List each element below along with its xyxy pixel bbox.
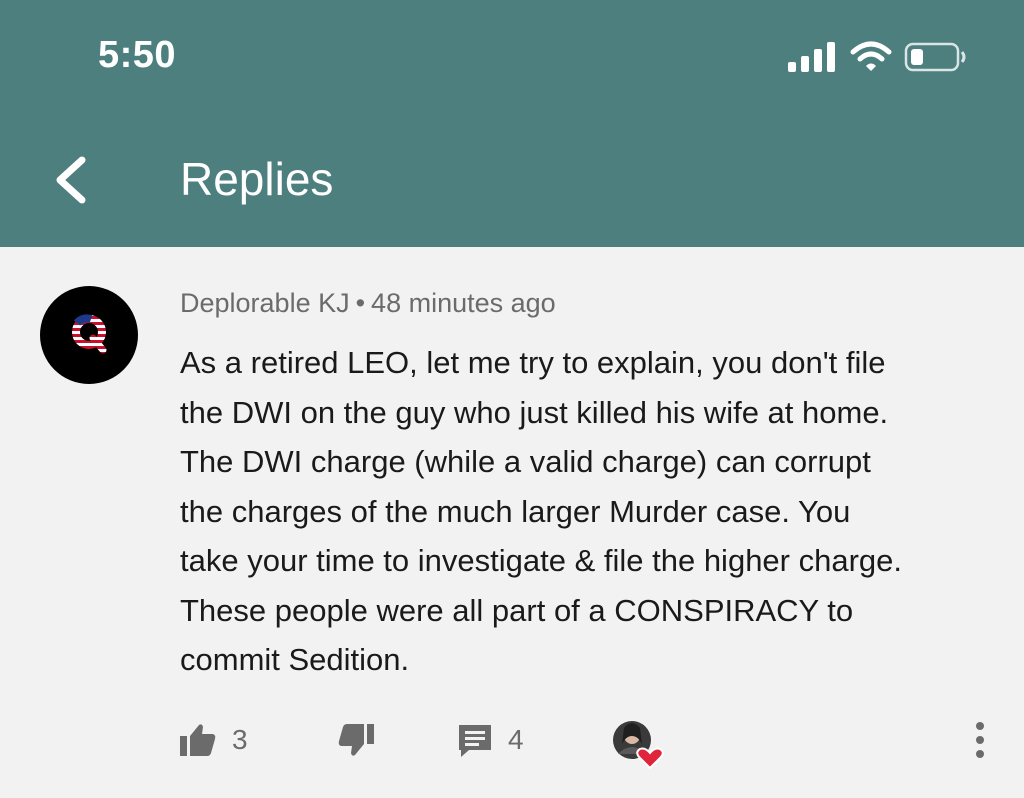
page-title: Replies [180,153,334,205]
comment-author[interactable]: Deplorable KJ [180,288,350,318]
back-button[interactable] [50,152,94,208]
status-time: 5:50 [98,34,177,76]
reply-button[interactable]: 4 [456,712,524,768]
creator-heart-badge [612,716,668,772]
reply-count: 4 [508,724,524,755]
creator-heart-icon [613,721,664,770]
comment-line: the DWI on the guy who just killed his w… [180,394,889,430]
q-flag-icon [72,314,107,354]
avatar[interactable] [40,286,138,384]
comment-actions: 3 4 [0,712,1024,772]
wifi-icon [850,41,892,71]
comment-line: As a retired LEO, let me try to explain,… [180,345,886,380]
comment-line: The DWI charge (while a valid charge) ca… [180,444,871,479]
like-button[interactable]: 3 [178,712,248,768]
more-options-button[interactable] [968,720,992,760]
comment-line: the charges of the much larger Murder ca… [180,493,851,529]
reply-comment-icon [459,725,491,757]
like-count: 3 [232,724,248,755]
meta-separator: • [355,288,366,318]
battery-icon [904,42,966,72]
comment-line: commit Sedition. [180,642,410,677]
signal-icon [788,42,835,72]
thumbs-down-icon [338,724,374,756]
comment-line: take your time to investigate & file the… [180,543,903,578]
comment-meta: Deplorable KJ • 48 minutes ago [180,288,556,319]
thumbs-up-icon [180,724,216,756]
dislike-button[interactable] [336,712,376,768]
comment-line: These people were all part of a CONSPIRA… [180,592,854,628]
app-header: 5:50 Replies [0,0,1024,247]
status-icons [786,40,976,74]
comment-body: As a retired LEO, let me try to explain,… [180,338,1000,685]
comment-timestamp: 48 minutes ago [371,288,556,318]
